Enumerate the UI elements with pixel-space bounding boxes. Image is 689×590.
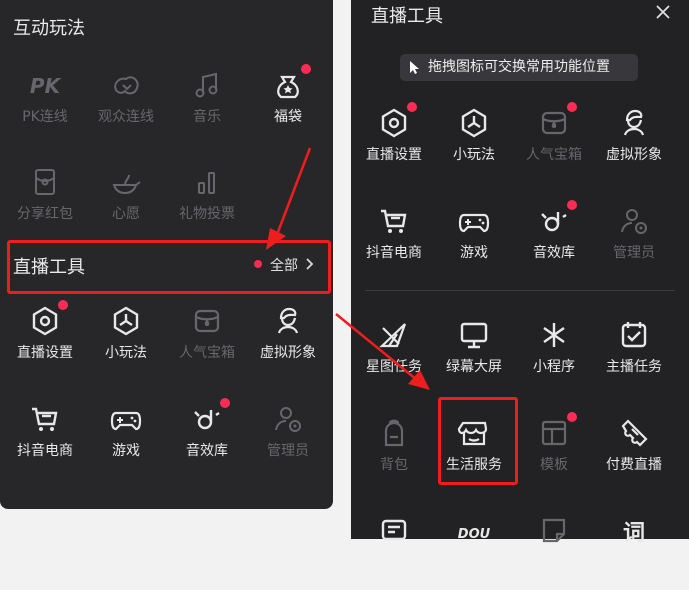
annotation-arrows [266, 147, 430, 390]
